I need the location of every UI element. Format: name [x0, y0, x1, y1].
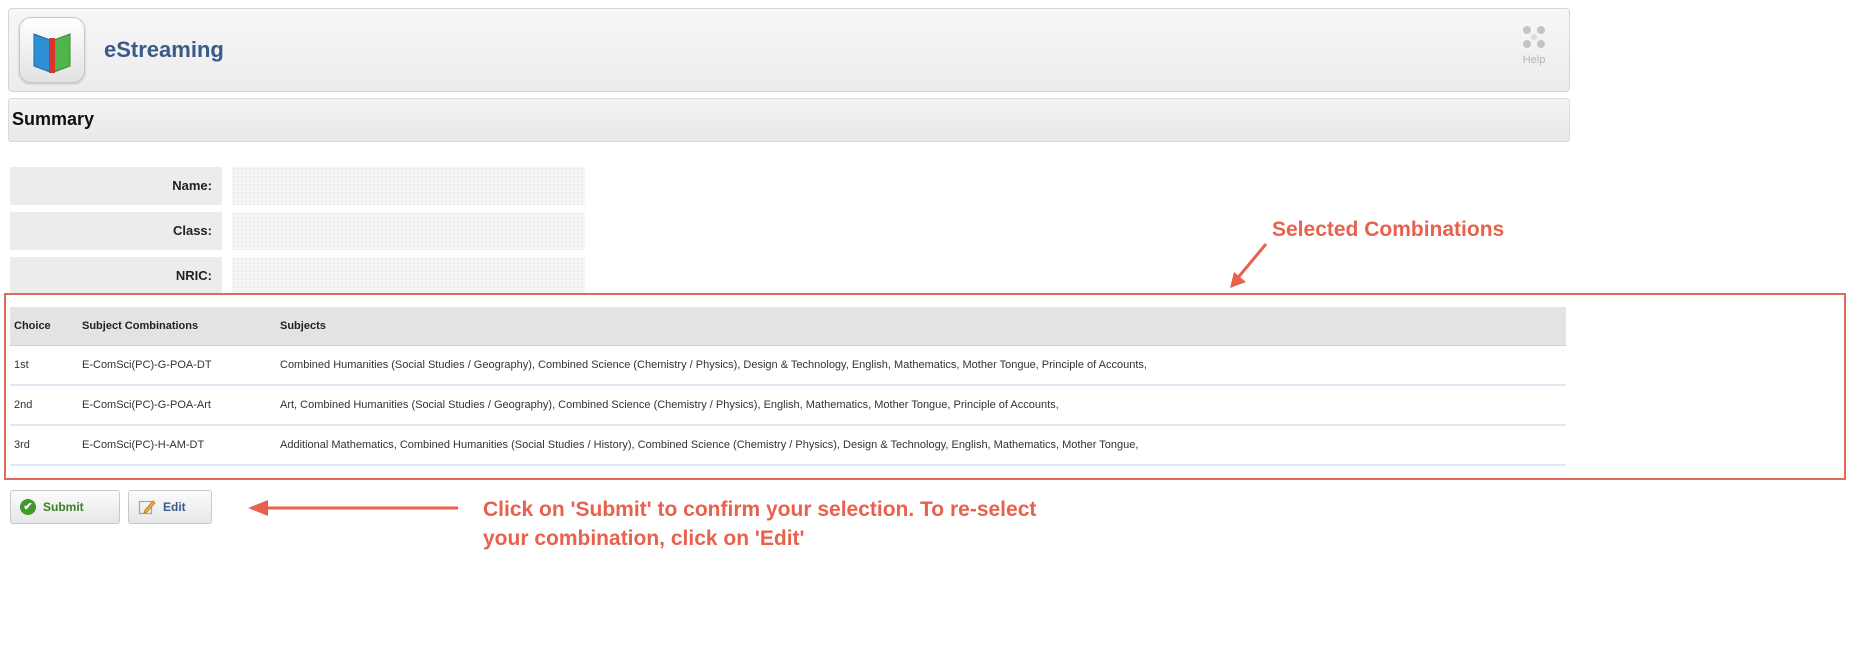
- combination-cell: E-ComSci(PC)-G-POA-DT: [78, 345, 276, 386]
- column-header-choice: Choice: [10, 307, 78, 346]
- name-value: [232, 167, 585, 205]
- subjects-cell: Art, Combined Humanities (Social Studies…: [276, 385, 1566, 426]
- instruction-line-2: your combination, click on 'Edit': [483, 527, 805, 550]
- check-circle-icon: ✔: [20, 499, 36, 515]
- choice-cell: 2nd: [10, 385, 78, 426]
- app-header: eStreaming Help: [8, 8, 1570, 92]
- subjects-cell: Additional Mathematics, Combined Humanit…: [276, 425, 1566, 466]
- class-value: [232, 212, 585, 250]
- choice-cell: 3rd: [10, 425, 78, 466]
- field-row-nric: NRIC:: [10, 257, 585, 295]
- table-row: 1st E-ComSci(PC)-G-POA-DT Combined Human…: [10, 345, 1566, 386]
- summary-bar: Summary: [8, 98, 1570, 142]
- annotation-arrow-down-left-icon: [1230, 243, 1268, 288]
- edit-label: Edit: [163, 500, 186, 514]
- instruction-line-1: Click on 'Submit' to confirm your select…: [483, 498, 1037, 521]
- book-icon: [19, 17, 85, 83]
- table-row: 3rd E-ComSci(PC)-H-AM-DT Additional Math…: [10, 425, 1566, 466]
- column-header-subjects: Subjects: [276, 307, 1566, 346]
- selected-combinations-annotation: Selected Combinations: [1272, 218, 1505, 241]
- summary-title: Summary: [12, 109, 95, 129]
- combinations-table: Choice Subject Combinations Subjects 1st…: [10, 307, 1566, 466]
- submit-label: Submit: [43, 500, 84, 514]
- nric-value: [232, 257, 585, 295]
- app-title: eStreaming: [104, 37, 224, 62]
- help-label: Help: [1522, 54, 1546, 66]
- subjects-cell: Combined Humanities (Social Studies / Ge…: [276, 345, 1566, 386]
- field-row-class: Class:: [10, 212, 585, 250]
- help-button[interactable]: Help: [1517, 23, 1551, 66]
- combination-cell: E-ComSci(PC)-H-AM-DT: [78, 425, 276, 466]
- choice-cell: 1st: [10, 345, 78, 386]
- table-header-row: Choice Subject Combinations Subjects: [10, 307, 1566, 346]
- table-row: 2nd E-ComSci(PC)-G-POA-Art Art, Combined…: [10, 385, 1566, 426]
- column-header-subject-combinations: Subject Combinations: [78, 307, 276, 346]
- help-icon: [1523, 26, 1545, 48]
- submit-edit-instruction: Click on 'Submit' to confirm your select…: [483, 495, 1143, 553]
- edit-button[interactable]: Edit: [128, 490, 212, 524]
- class-label: Class:: [10, 212, 222, 250]
- name-label: Name:: [10, 167, 222, 205]
- nric-label: NRIC:: [10, 257, 222, 295]
- field-row-name: Name:: [10, 167, 585, 205]
- submit-button[interactable]: ✔ Submit: [10, 490, 120, 524]
- annotation-arrow-left-icon: [248, 500, 458, 516]
- pencil-icon: [138, 500, 156, 515]
- combination-cell: E-ComSci(PC)-G-POA-Art: [78, 385, 276, 426]
